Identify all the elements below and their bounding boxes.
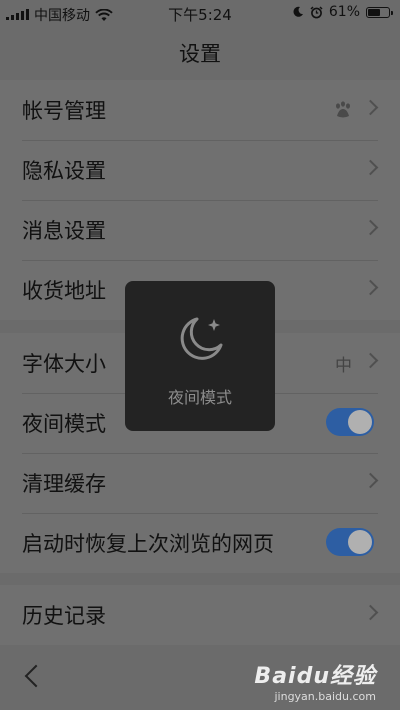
watermark-url: jingyan.baidu.com [274,690,376,703]
chevron-right-icon [362,99,379,116]
alarm-icon [310,5,323,18]
row-label: 夜间模式 [22,412,106,436]
row-privacy-settings[interactable]: 隐私设置 [0,140,400,200]
battery-percent: 61% [328,4,360,20]
restore-page-toggle[interactable] [326,528,374,556]
row-clear-cache[interactable]: 清理缓存 [0,453,400,513]
toast-label: 夜间模式 [167,388,232,407]
chevron-right-icon [362,472,379,489]
battery-icon [366,6,393,18]
moon-icon [293,6,303,17]
status-right: 61% [292,4,393,20]
toggle-knob [348,530,372,554]
chevron-right-icon [362,352,379,369]
row-account-management[interactable]: 帐号管理 [0,80,400,140]
row-restore-last-page: 启动时恢复上次浏览的网页 [0,513,400,573]
row-label: 清理缓存 [22,472,106,496]
toggle-knob [348,410,372,434]
row-label: 字体大小 [22,352,106,376]
settings-group-history: 历史记录 [0,585,400,645]
bottom-bar: Baidu经验 jingyan.baidu.com [0,650,400,710]
font-size-value: 中 [335,356,352,376]
status-bar: 中国移动 下午5:24 61% [0,0,400,26]
chevron-right-icon [362,279,379,296]
row-label: 收货地址 [22,279,106,303]
row-label: 帐号管理 [22,99,106,123]
row-history[interactable]: 历史记录 [0,585,400,645]
chevron-right-icon [362,159,379,176]
row-label: 启动时恢复上次浏览的网页 [22,532,274,556]
row-label: 隐私设置 [22,159,106,183]
row-label: 历史记录 [22,604,106,628]
night-mode-toast: 夜间模式 [125,281,275,431]
chevron-right-icon [362,219,379,236]
moon-sparkle-icon [180,317,223,360]
night-mode-toggle[interactable] [326,408,374,436]
paw-icon [336,101,350,118]
chevron-left-icon[interactable] [24,664,48,688]
row-message-settings[interactable]: 消息设置 [0,200,400,260]
page-title: 设置 [179,42,221,66]
watermark: Baidu经验 jingyan.baidu.com [254,658,376,703]
row-label: 消息设置 [22,219,106,243]
watermark-logo: Baidu经验 [254,664,376,689]
chevron-right-icon [362,604,379,621]
